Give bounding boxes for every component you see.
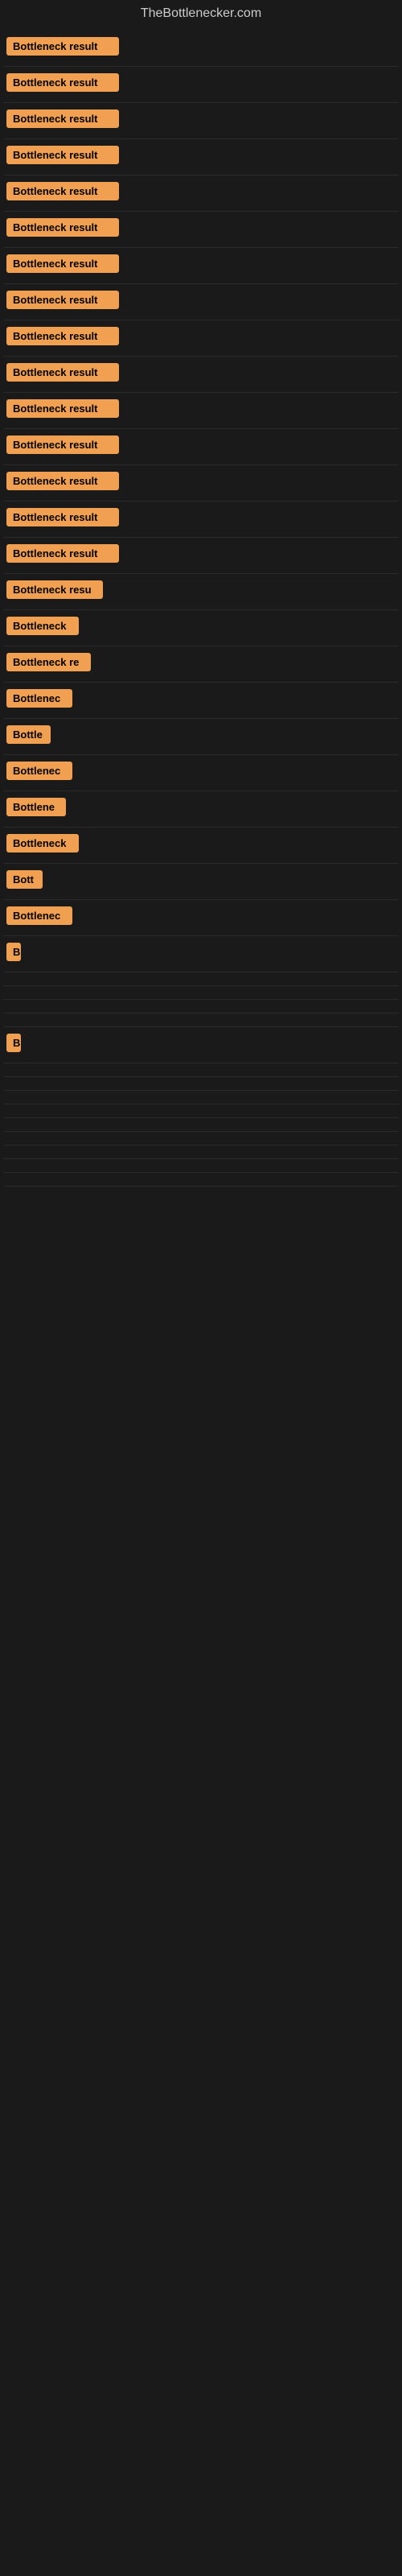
list-item: Bott <box>3 864 399 900</box>
list-item: Bottlenec <box>3 900 399 936</box>
bottleneck-badge[interactable]: Bottleneck resu <box>6 580 103 599</box>
list-item <box>3 1132 399 1146</box>
list-item <box>3 1013 399 1027</box>
bottleneck-badge[interactable]: Bottleneck re <box>6 653 91 671</box>
list-item: B <box>3 936 399 972</box>
site-header: TheBottlenecker.com <box>0 0 402 27</box>
bottleneck-badge[interactable]: Bottleneck result <box>6 109 119 128</box>
bottleneck-badge[interactable]: Bottleneck result <box>6 37 119 56</box>
list-item: Bottleneck result <box>3 212 399 248</box>
bottleneck-badge[interactable]: Bottleneck <box>6 834 79 852</box>
list-item: Bottleneck result <box>3 357 399 393</box>
bottleneck-badge[interactable]: Bott <box>6 870 43 889</box>
list-item <box>3 1104 399 1118</box>
bottleneck-badge[interactable]: B <box>6 943 21 961</box>
bottleneck-badge[interactable]: Bottleneck result <box>6 508 119 526</box>
bottleneck-badge[interactable]: Bottleneck result <box>6 436 119 454</box>
list-item: Bottleneck result <box>3 103 399 139</box>
list-item: Bottleneck result <box>3 429 399 465</box>
list-item: Bottleneck resu <box>3 574 399 610</box>
list-item: Bottleneck result <box>3 67 399 103</box>
list-item <box>3 1173 399 1187</box>
list-item: Bottleneck result <box>3 538 399 574</box>
list-item <box>3 1000 399 1013</box>
list-item <box>3 986 399 1000</box>
bottleneck-badge[interactable]: Bottleneck result <box>6 254 119 273</box>
list-item <box>3 1146 399 1159</box>
bottleneck-badge[interactable]: B <box>6 1034 21 1052</box>
list-item: Bottlenec <box>3 755 399 791</box>
bottleneck-badge[interactable]: Bottleneck result <box>6 399 119 418</box>
bottleneck-list: Bottleneck result Bottleneck result Bottle… <box>0 27 402 1190</box>
site-title: TheBottlenecker.com <box>0 0 402 27</box>
list-item: Bottle <box>3 719 399 755</box>
bottleneck-badge[interactable]: Bottleneck result <box>6 182 119 200</box>
bottleneck-badge[interactable]: Bottleneck result <box>6 327 119 345</box>
list-item: Bottleneck re <box>3 646 399 683</box>
bottleneck-badge[interactable]: Bottleneck result <box>6 544 119 563</box>
bottleneck-badge[interactable]: Bottlenec <box>6 762 72 780</box>
bottleneck-badge[interactable]: Bottlenec <box>6 906 72 925</box>
list-item: Bottleneck <box>3 828 399 864</box>
bottleneck-badge[interactable]: Bottleneck result <box>6 218 119 237</box>
bottleneck-badge[interactable]: Bottlene <box>6 798 66 816</box>
list-item: Bottleneck result <box>3 175 399 212</box>
list-item: Bottleneck result <box>3 502 399 538</box>
list-item <box>3 1118 399 1132</box>
list-item: Bottlenec <box>3 683 399 719</box>
list-item: Bottleneck result <box>3 465 399 502</box>
bottleneck-badge[interactable]: Bottleneck <box>6 617 79 635</box>
list-item: Bottleneck result <box>3 284 399 320</box>
list-item <box>3 972 399 986</box>
bottleneck-badge[interactable]: Bottleneck result <box>6 363 119 382</box>
bottleneck-badge[interactable]: Bottleneck result <box>6 472 119 490</box>
list-item <box>3 1063 399 1077</box>
list-item: Bottlene <box>3 791 399 828</box>
list-item <box>3 1159 399 1173</box>
list-item: Bottleneck result <box>3 31 399 67</box>
bottleneck-badge[interactable]: Bottleneck result <box>6 291 119 309</box>
list-item <box>3 1091 399 1104</box>
bottleneck-badge[interactable]: Bottleneck result <box>6 73 119 92</box>
bottleneck-badge[interactable]: Bottle <box>6 725 51 744</box>
list-item: Bottleneck result <box>3 320 399 357</box>
bottleneck-badge[interactable]: Bottlenec <box>6 689 72 708</box>
list-item: Bottleneck result <box>3 248 399 284</box>
list-item: Bottleneck result <box>3 393 399 429</box>
bottleneck-badge[interactable]: Bottleneck result <box>6 146 119 164</box>
list-item: B <box>3 1027 399 1063</box>
list-item <box>3 1077 399 1091</box>
list-item: Bottleneck <box>3 610 399 646</box>
list-item: Bottleneck result <box>3 139 399 175</box>
